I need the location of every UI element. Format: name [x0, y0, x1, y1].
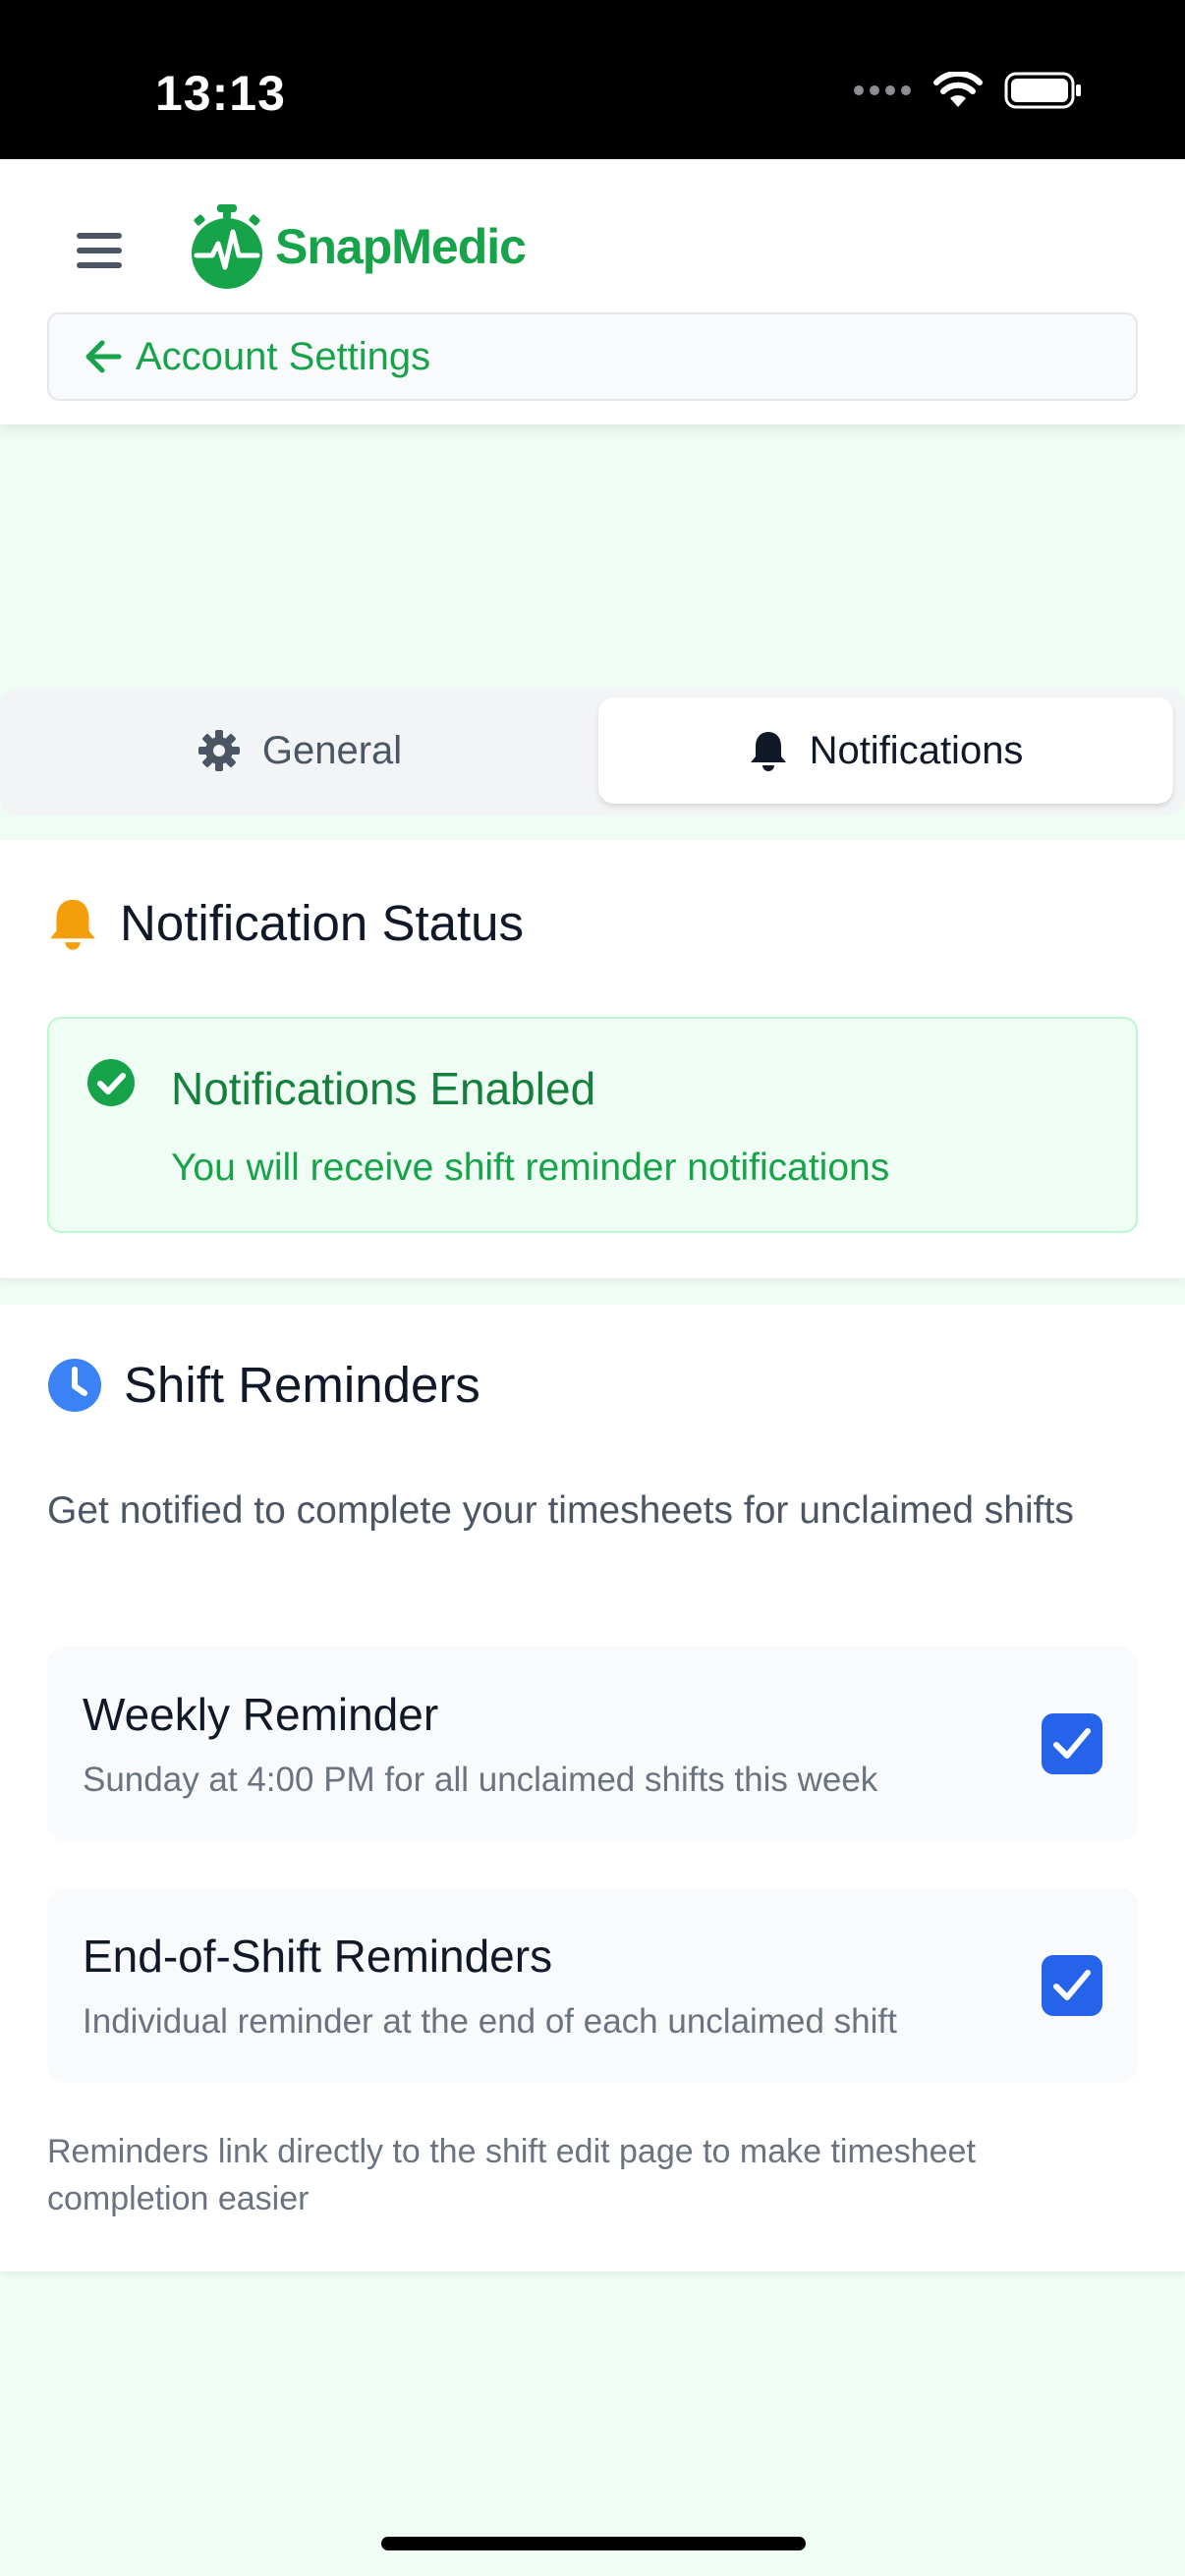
notification-status-title: Notification Status [120, 895, 525, 951]
weekly-reminder-option[interactable]: Weekly Reminder Sunday at 4:00 PM for al… [47, 1647, 1138, 1841]
tab-general-label: General [261, 728, 403, 772]
checkmark-icon [1053, 1728, 1091, 1759]
gear-icon [198, 730, 240, 771]
shift-reminders-title: Shift Reminders [124, 1357, 480, 1413]
arrow-left-icon [85, 340, 122, 373]
status-time: 13:13 [155, 66, 286, 121]
back-link-label: Account Settings [136, 334, 431, 378]
settings-tabs: General Notifications [0, 688, 1185, 815]
back-to-account-settings-link[interactable]: Account Settings [47, 312, 1138, 401]
notification-status-card: Notification Status Notifications Enable… [0, 840, 1185, 1278]
stopwatch-heartbeat-icon [192, 204, 262, 289]
home-indicator [381, 2537, 806, 2550]
app-name: SnapMedic [275, 219, 527, 274]
tab-general[interactable]: General [10, 698, 590, 804]
battery-icon [1004, 72, 1081, 109]
checkmark-icon [1053, 1970, 1091, 2000]
shift-reminders-footnote: Reminders link directly to the shift edi… [47, 2133, 976, 2217]
status-bar: 13:13 [0, 0, 1185, 159]
cellular-signal-icon [854, 85, 911, 95]
end-of-shift-reminder-checkbox[interactable] [1042, 1955, 1102, 2016]
notifications-enabled-message: You will receive shift reminder notifica… [171, 1147, 890, 1189]
hamburger-icon [77, 233, 122, 268]
bell-icon [50, 899, 95, 950]
wifi-icon [933, 72, 983, 107]
hamburger-menu-button[interactable] [69, 220, 130, 281]
end-of-shift-reminder-title: End-of-Shift Reminders [83, 1931, 553, 1982]
end-of-shift-reminder-option[interactable]: End-of-Shift Reminders Individual remind… [47, 1888, 1138, 2083]
bell-icon [750, 732, 786, 771]
weekly-reminder-checkbox[interactable] [1042, 1713, 1102, 1774]
weekly-reminder-title: Weekly Reminder [83, 1689, 439, 1740]
tab-notifications[interactable]: Notifications [598, 698, 1173, 804]
shift-reminders-heading: Shift Reminders [47, 1356, 480, 1414]
app-logo[interactable]: SnapMedic [187, 202, 527, 291]
check-circle-icon [87, 1059, 135, 1106]
shift-reminders-card: Shift Reminders Get notified to complete… [0, 1305, 1185, 2271]
shift-reminders-description: Get notified to complete your timesheets… [47, 1489, 1074, 1532]
app-header: SnapMedic Account Settings [0, 159, 1185, 424]
notifications-enabled-title: Notifications Enabled [171, 1063, 596, 1114]
clock-icon [48, 1358, 101, 1412]
notifications-enabled-alert: Notifications Enabled You will receive s… [47, 1017, 1138, 1233]
status-icons [853, 71, 1083, 110]
end-of-shift-reminder-subtitle: Individual reminder at the end of each u… [83, 2002, 897, 2041]
tab-notifications-label: Notifications [809, 728, 1024, 772]
weekly-reminder-subtitle: Sunday at 4:00 PM for all unclaimed shif… [83, 1761, 878, 1799]
notification-status-heading: Notification Status [47, 894, 524, 952]
